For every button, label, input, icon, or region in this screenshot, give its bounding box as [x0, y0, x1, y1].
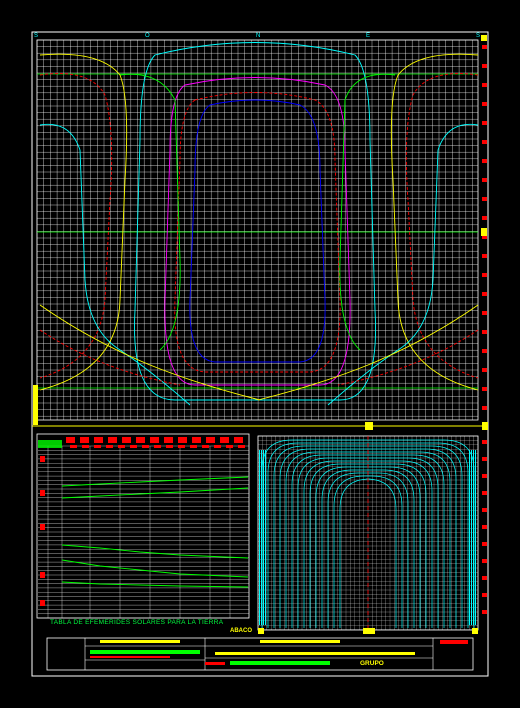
sunpath-chart: [33, 35, 487, 425]
title-block: [46, 637, 474, 671]
sunpath-right-ticks: [482, 45, 487, 410]
cad-drawing-sheet: [31, 31, 489, 677]
abaco-chart: [257, 435, 487, 634]
ephemeris-table-grid: [38, 445, 249, 619]
compass-label-east: E: [366, 33, 371, 39]
compass-label-north: N: [256, 33, 261, 39]
compass-label-west: O: [145, 33, 150, 39]
compass-label-right: S: [476, 33, 481, 39]
group-label: GRUPO: [360, 660, 384, 667]
abaco-right-ticks: [482, 440, 487, 614]
abaco-curves: [259, 439, 476, 628]
table-caption: TABLA DE EFEMERIDES SOLARES PARA LA TIER…: [50, 619, 224, 626]
ephemeris-table-header: [66, 437, 245, 448]
abaco-label: ABACO: [230, 628, 252, 634]
compass-label-left: S: [34, 33, 39, 39]
ephemeris-table: [36, 433, 250, 619]
